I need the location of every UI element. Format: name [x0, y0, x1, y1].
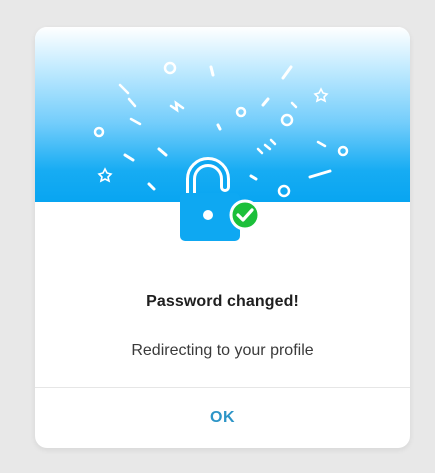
password-changed-dialog: Password changed! Redirecting to your pr… [35, 27, 410, 448]
unlocked-padlock-icon [180, 157, 240, 241]
dialog-message: Redirecting to your profile [131, 342, 314, 359]
check-circle-icon [229, 199, 261, 231]
ok-button[interactable]: OK [35, 388, 410, 448]
celebration-illustration [93, 61, 349, 241]
dialog-title: Password changed! [146, 293, 299, 310]
